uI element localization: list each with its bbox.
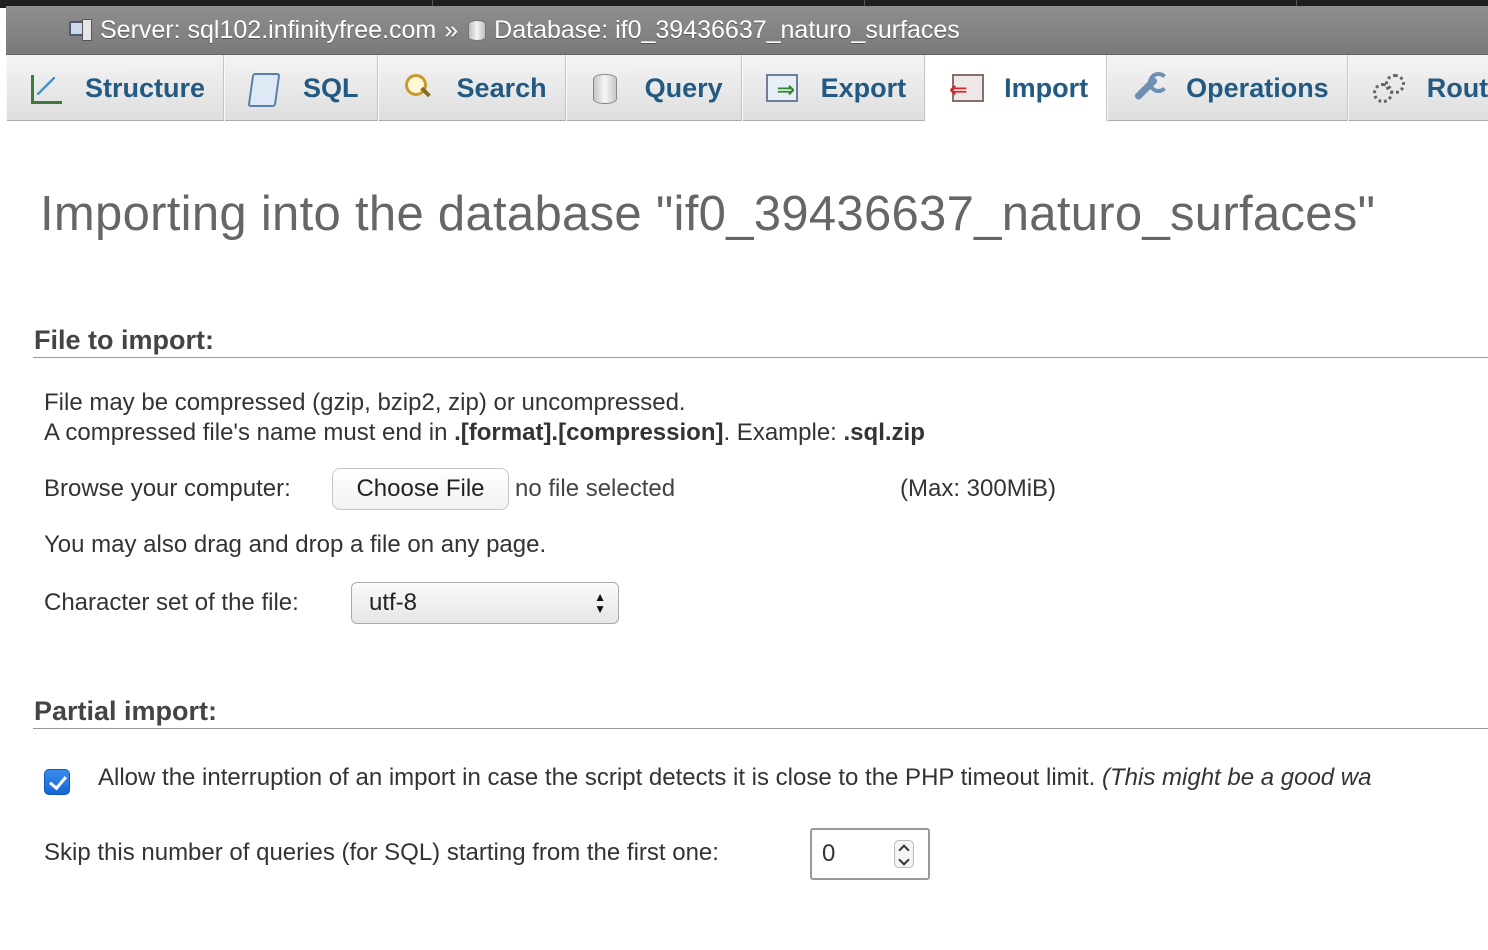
query-icon	[589, 71, 623, 105]
select-arrows-icon: ▲ ▼	[594, 590, 606, 616]
tab-sql[interactable]: SQL	[224, 55, 378, 121]
file-section-legend: File to import:	[34, 325, 214, 355]
server-icon	[68, 17, 94, 43]
tab-operations[interactable]: Operations	[1107, 55, 1348, 121]
breadcrumb-database-label[interactable]: Database: if0_39436637_naturo_surfaces	[494, 16, 960, 45]
export-icon	[765, 71, 799, 105]
drag-drop-note: You may also drag and drop a file on any…	[44, 531, 547, 558]
charset-value: utf-8	[369, 589, 418, 616]
routines-icon	[1371, 71, 1405, 105]
format-note-prefix: A compressed file's name must end in	[44, 419, 455, 446]
sql-icon	[247, 71, 281, 105]
partial-section-divider	[33, 728, 1488, 729]
tab-label: Export	[820, 72, 907, 103]
search-icon	[401, 71, 435, 105]
tab-routines[interactable]: Routines	[1347, 55, 1488, 121]
charset-select[interactable]: utf-8 ▲ ▼	[351, 582, 619, 624]
skip-queries-value: 0	[822, 840, 836, 867]
spinner-arrows-icon[interactable]	[894, 840, 914, 868]
browse-label: Browse your computer:	[44, 475, 291, 502]
breadcrumb-server[interactable]: Server: sql102.infinityfree.com	[68, 16, 436, 45]
tab-structure[interactable]: Structure	[6, 55, 225, 121]
breadcrumb: Server: sql102.infinityfree.com » Databa…	[6, 6, 1488, 55]
operations-icon	[1130, 71, 1170, 105]
skip-queries-label: Skip this number of queries (for SQL) st…	[44, 839, 719, 866]
allow-interrupt-checkbox[interactable]	[44, 769, 70, 795]
compression-format-note: A compressed file's name must end in .[f…	[44, 419, 925, 447]
skip-queries-input[interactable]: 0	[810, 828, 930, 880]
format-note-middle: . Example:	[723, 419, 844, 446]
tab-label: Search	[456, 72, 547, 103]
breadcrumb-database[interactable]: Database: if0_39436637_naturo_surfaces	[466, 16, 960, 45]
tab-label: Structure	[85, 72, 206, 103]
page-title: Importing into the database "if0_3943663…	[40, 187, 1376, 241]
choose-file-button[interactable]: Choose File	[332, 468, 509, 510]
format-pattern: .[format].[compression]	[454, 419, 724, 446]
allow-interrupt-label[interactable]: Allow the interruption of an import in c…	[98, 764, 1372, 792]
format-example: .sql.zip	[843, 419, 925, 446]
database-icon	[466, 17, 488, 43]
import-icon	[948, 71, 985, 105]
partial-section-legend: Partial import:	[34, 696, 218, 726]
tab-bar: Structure SQL Search Query Export Import…	[6, 55, 1488, 122]
selected-file-status: no file selected	[515, 475, 676, 502]
tab-label: Import	[1004, 72, 1089, 103]
tab-label: SQL	[303, 72, 359, 103]
tab-label: Query	[644, 72, 723, 103]
breadcrumb-server-label[interactable]: Server: sql102.infinityfree.com	[100, 16, 436, 45]
file-section-divider	[33, 357, 1488, 358]
tab-label: Routines	[1426, 72, 1488, 103]
tab-export[interactable]: Export	[741, 55, 926, 121]
charset-label: Character set of the file:	[44, 589, 299, 616]
breadcrumb-separator: »	[444, 15, 459, 44]
allow-interrupt-text: Allow the interruption of an import in c…	[98, 764, 1103, 791]
tab-search[interactable]: Search	[377, 55, 566, 121]
allow-interrupt-hint: (This might be a good wa	[1102, 764, 1372, 791]
compression-note: File may be compressed (gzip, bzip2, zip…	[44, 389, 686, 416]
tab-label: Operations	[1186, 72, 1329, 103]
max-upload-size: (Max: 300MiB)	[900, 475, 1057, 502]
tab-import[interactable]: Import	[925, 55, 1108, 122]
structure-icon	[29, 71, 63, 105]
tab-query[interactable]: Query	[565, 55, 742, 121]
